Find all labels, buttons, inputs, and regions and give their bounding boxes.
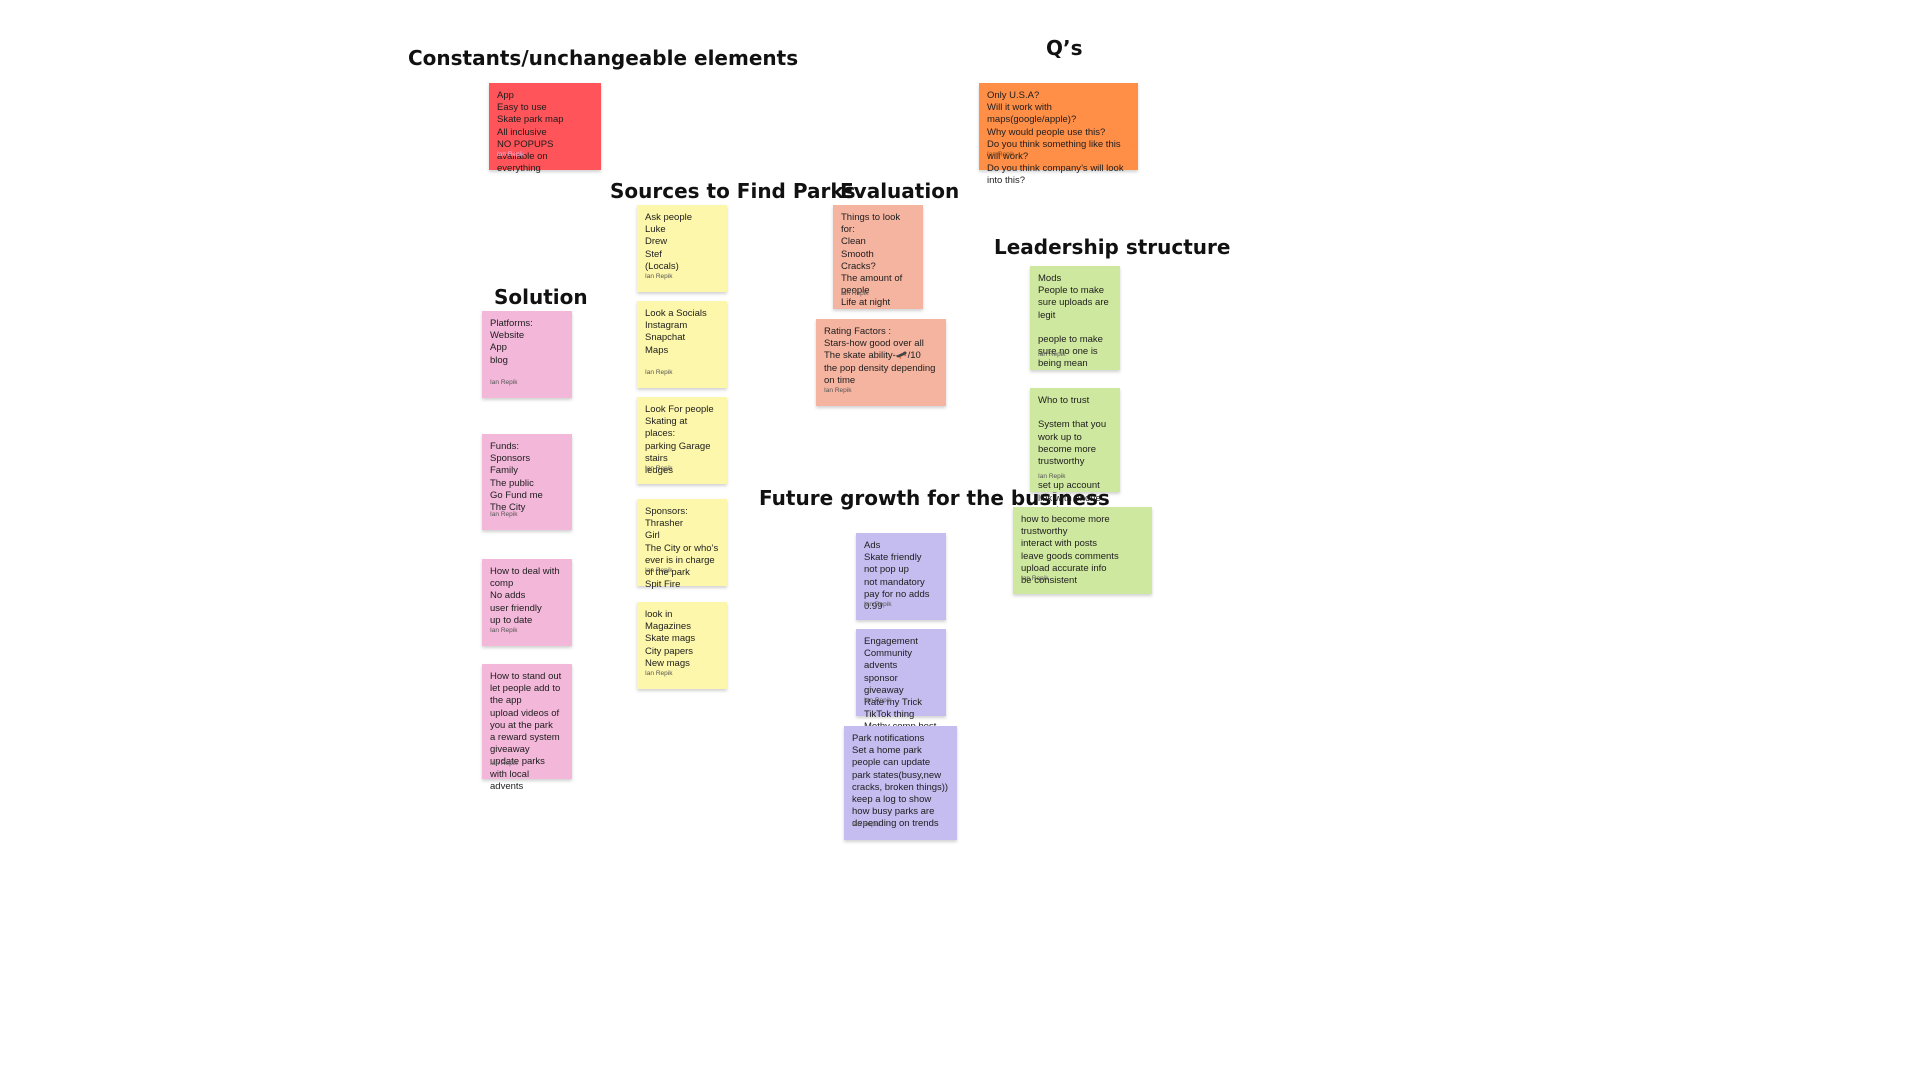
note-text: Ask people Luke Drew Stef (Locals) [645,212,693,272]
heading-questions: Q’s [1046,36,1083,60]
heading-evaluation: Evaluation [840,179,960,203]
note-text: Look a Socials Instagram Snapchat Maps [645,308,707,356]
sticky-note-look-for-people[interactable]: Look For people Skating at places: parki… [637,397,727,484]
heading-constants: Constants/unchangeable elements [408,46,799,70]
note-author: Ian Repik [645,669,673,677]
sticky-note-things-to-look-for[interactable]: Things to look for: Clean Smooth Cracks?… [833,205,923,309]
sticky-note-ads[interactable]: Ads Skate friendly not pop up not mandat… [856,533,946,620]
sticky-note-ask-people[interactable]: Ask people Luke Drew Stef (Locals) Ian R… [637,205,727,292]
note-author: Ian Repik [645,464,673,472]
note-text: How to deal with comp No adds user frien… [490,566,560,626]
note-text: How to stand out let people add to the a… [490,671,562,792]
note-author: Ian Repik [645,566,673,574]
sticky-note-stand-out[interactable]: How to stand out let people add to the a… [482,664,572,792]
heading-solution: Solution [494,285,588,309]
sticky-note-funds[interactable]: Funds: Sponsors Family The public Go Fun… [482,434,572,530]
sticky-note-park-notifications[interactable]: Park notifications Set a home park peopl… [844,726,957,840]
sticky-note-questions[interactable]: Only U.S.A? Will it work with maps(googl… [979,83,1138,186]
note-author: Ian Repik [987,150,1015,158]
note-author: Ian Repik [645,272,673,280]
note-text: Funds: Sponsors Family The public Go Fun… [490,441,543,514]
note-author: Ian Repik [852,820,880,828]
sticky-note-become-trustworthy[interactable]: how to become more trustworthy interact … [1013,507,1152,594]
note-author: Ian Repik [841,289,869,297]
note-author: Ian Repik [490,759,518,767]
note-author: Ian Repik [497,150,525,158]
note-author: Ian Repik [490,378,518,386]
note-author: Ian Repik [1021,574,1049,582]
note-author: Ian Repik [1038,350,1066,358]
sticky-note-engagement[interactable]: Engagement Community advents sponsor giv… [856,629,946,745]
note-author: Ian Repik [1038,472,1066,480]
note-author: Ian Repik [490,626,518,634]
sticky-note-mods[interactable]: Mods People to make sure uploads are leg… [1030,266,1120,370]
note-text: Rating Factors : Stars-how good over all… [824,326,936,386]
note-text: Only U.S.A? Will it work with maps(googl… [987,90,1124,187]
note-text: look in Magazines Skate mags City papers… [645,609,696,669]
note-author: Ian Repik [864,696,892,704]
sticky-note-competition[interactable]: How to deal with comp No adds user frien… [482,559,572,646]
note-author: Ian Repik [864,600,892,608]
sticky-note-platforms[interactable]: Platforms: Website App blog Ian Repik [482,311,572,398]
note-text: App Easy to use Skate park map All inclu… [497,90,564,175]
sticky-note-rating-factors[interactable]: Rating Factors : Stars-how good over all… [816,319,946,406]
sticky-note-who-to-trust[interactable]: Who to trust System that you work up to … [1030,388,1120,516]
note-author: Ian Repik [490,510,518,518]
heading-sources: Sources to Find Parks [610,179,856,203]
note-author: Ian Repik [824,386,852,394]
note-text: Sponsors: Thrasher Girl The City or who’… [645,506,719,591]
sticky-note-magazines[interactable]: look in Magazines Skate mags City papers… [637,602,727,689]
sticky-note-sponsors[interactable]: Sponsors: Thrasher Girl The City or who’… [637,499,727,590]
sticky-note-constants[interactable]: App Easy to use Skate park map All inclu… [489,83,601,174]
heading-leadership: Leadership structure [994,235,1231,259]
note-author: Ian Repik [645,368,673,376]
note-text: Platforms: Website App blog [490,318,533,366]
note-text: Park notifications Set a home park peopl… [852,733,949,830]
sticky-note-socials[interactable]: Look a Socials Instagram Snapchat Maps I… [637,301,727,388]
note-text: Who to trust System that you work up to … [1038,395,1107,516]
